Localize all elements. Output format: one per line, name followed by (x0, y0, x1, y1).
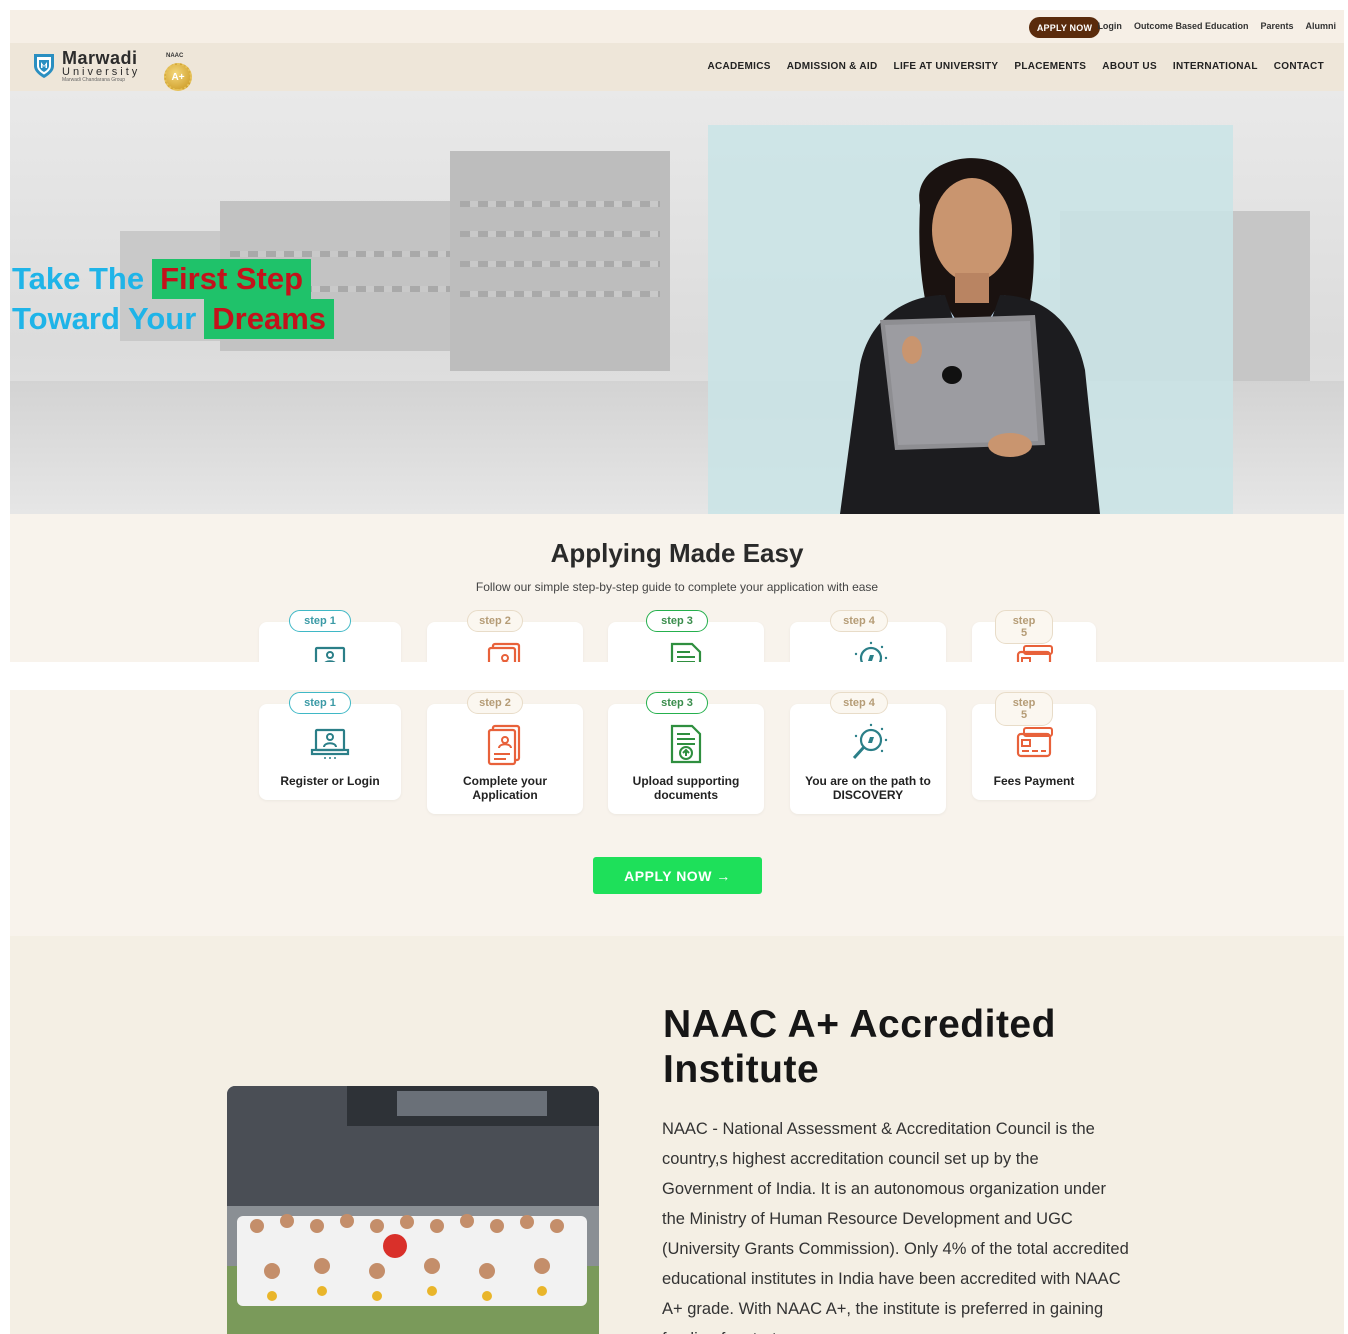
yoga-event-photo (227, 1086, 599, 1334)
document-upload-icon (664, 722, 708, 766)
homepage-scrolled-viewport: Register or Login step 1 Complete your App… (10, 690, 1344, 1334)
discovery-search-icon (846, 722, 890, 766)
naac-badge: NAAC A+ (160, 53, 200, 93)
nav-international[interactable]: INTERNATIONAL (1173, 61, 1258, 72)
application-form-icon (483, 640, 527, 662)
step-card-label: You are on the path to DISCOVERY (805, 774, 931, 802)
nav-life-at-university[interactable]: LIFE AT UNIVERSITY (894, 61, 999, 72)
hero-banner: Take The First Step Toward Your Dreams (10, 91, 1344, 514)
hero-headline: Take The First Step Toward Your Dreams (12, 259, 335, 339)
step-number-pill: step 2 (467, 692, 523, 714)
steps-section-subtitle: Follow our simple step-by-step guide to … (475, 580, 879, 594)
step-card: Upload supporting documents (608, 704, 764, 814)
step-card-label: Complete your Application (462, 774, 547, 802)
main-navigation: Marwadi University Marwadi Chandarana Gr… (10, 43, 1344, 91)
step-card-label: Register or Login (280, 774, 380, 788)
application-form-icon (483, 722, 527, 766)
logo-wordmark: Marwadi (62, 48, 138, 68)
step-number-pill: step 4 (830, 610, 888, 632)
steps-section-title: Applying Made Easy (550, 538, 804, 568)
apply-now-button[interactable]: APPLY NOW → (593, 857, 762, 894)
apply-now-pill-button[interactable]: APPLY NOW (1029, 17, 1100, 38)
step-number-pill: step 1 (289, 610, 351, 632)
step-number-pill: step 3 (646, 692, 708, 714)
student-portrait (840, 158, 1100, 514)
hero-highlight-first-step: First Step (152, 259, 312, 299)
nav-contact[interactable]: CONTACT (1274, 61, 1324, 72)
discovery-search-icon (846, 640, 890, 662)
step-card: You are on the path to DISCOVERY (790, 704, 946, 814)
step-number-pill: step 5 (995, 610, 1053, 644)
step-number-pill: step 4 (830, 692, 888, 714)
step-card-label: Fees Payment (993, 774, 1075, 788)
step-number-pill: step 5 (995, 692, 1053, 726)
nav-about-us[interactable]: ABOUT US (1102, 61, 1157, 72)
nav-admission-aid[interactable]: ADMISSION & AID (787, 61, 878, 72)
nav-academics[interactable]: ACADEMICS (707, 61, 770, 72)
applying-steps-section: Applying Made Easy Follow our simple ste… (10, 514, 1344, 662)
shield-logo-icon (34, 54, 54, 78)
hero-highlight-dreams: Dreams (204, 299, 335, 339)
document-upload-icon (664, 640, 708, 662)
naac-heading: NAAC A+ Accredited Institute (663, 1003, 1056, 1091)
parents-link[interactable]: Parents (1260, 21, 1293, 31)
step-number-pill: step 1 (289, 692, 351, 714)
utility-links: Login Outcome Based Education Parents Al… (1097, 21, 1336, 31)
step-card: Register or Login (259, 704, 401, 800)
naac-description: NAAC - National Assessment & Accreditati… (662, 1120, 1129, 1334)
homepage-hero-viewport: APPLY NOW Login Outcome Based Education … (10, 10, 1344, 662)
laptop-user-icon (308, 722, 352, 766)
naac-grade-seal: A+ (164, 63, 192, 91)
university-logo[interactable]: Marwadi University Marwadi Chandarana Gr… (32, 48, 192, 91)
login-link[interactable]: Login (1097, 21, 1122, 31)
alumni-link[interactable]: Alumni (1306, 21, 1337, 31)
payment-card-icon (1012, 722, 1056, 766)
utility-bar: APPLY NOW Login Outcome Based Education … (10, 10, 1344, 43)
naac-section: NAAC A+ Accredited Institute NAAC - Nati… (10, 936, 1344, 1334)
obe-link[interactable]: Outcome Based Education (1134, 21, 1249, 31)
nav-placements[interactable]: PLACEMENTS (1014, 61, 1086, 72)
step-card-label: Upload supporting documents (632, 774, 740, 802)
logo-group: Marwadi Chandarana Group (62, 77, 126, 83)
step-number-pill: step 3 (646, 610, 708, 632)
step-number-pill: step 2 (467, 610, 523, 632)
primary-nav-links: ACADEMICS ADMISSION & AID LIFE AT UNIVER… (707, 61, 1324, 72)
step-card: Complete your Application (427, 704, 583, 814)
laptop-user-icon (308, 640, 352, 662)
